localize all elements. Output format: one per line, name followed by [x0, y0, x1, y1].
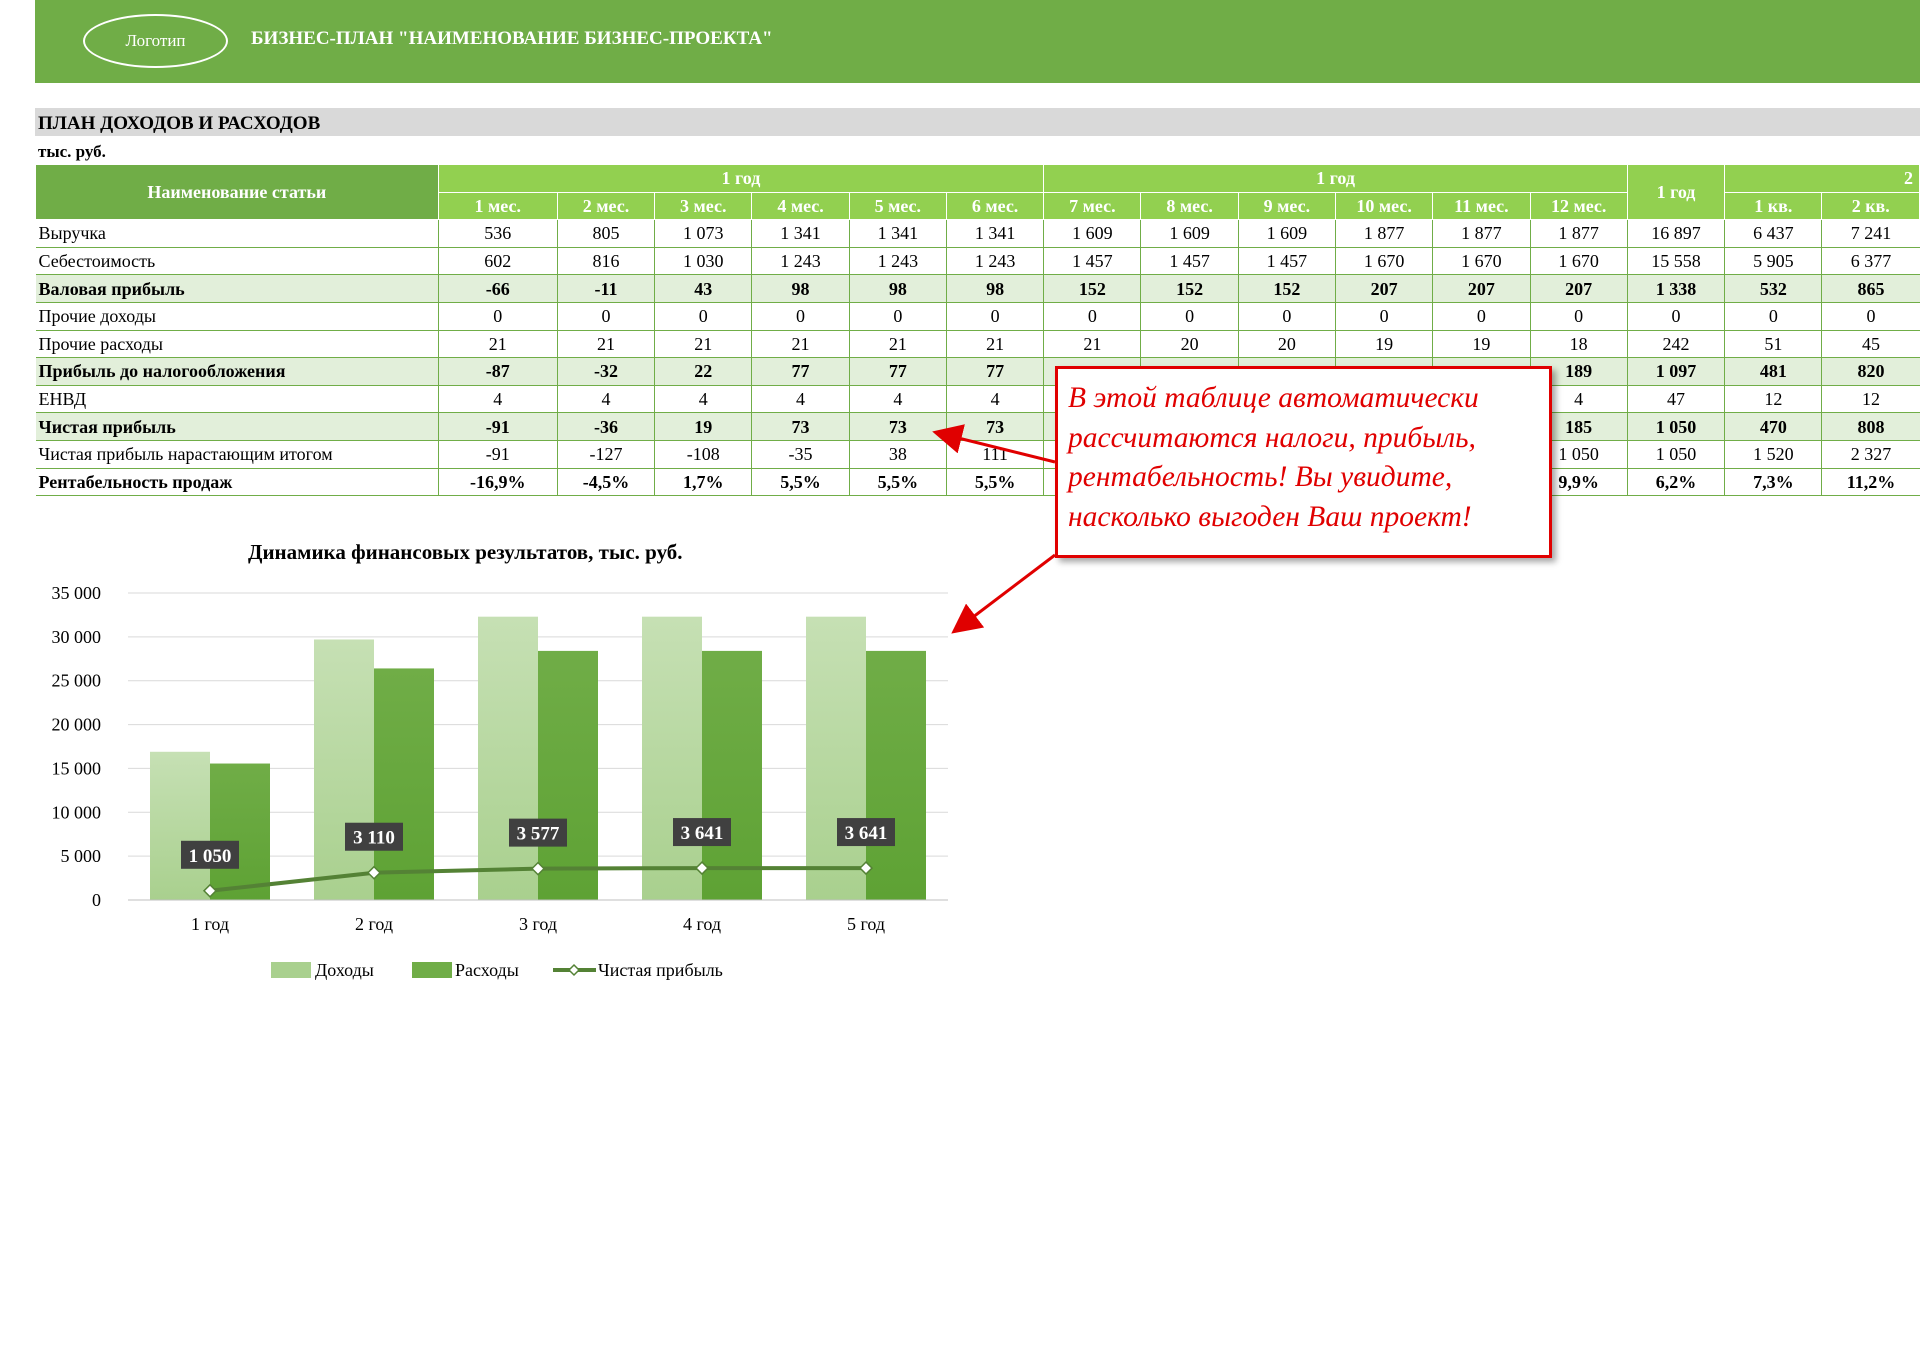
legend-label-expense: Расходы: [455, 960, 519, 980]
data-label-net-profit: 3 110: [353, 828, 395, 849]
legend-swatch-income: [271, 962, 311, 978]
y-tick-label: 5 000: [61, 846, 102, 866]
x-tick-label: 5 год: [847, 914, 885, 934]
y-tick-label: 35 000: [52, 583, 102, 603]
x-tick-label: 3 год: [519, 914, 557, 934]
bar-income: [150, 751, 210, 900]
y-tick-label: 20 000: [52, 715, 102, 735]
bar-income: [478, 616, 538, 900]
data-label-net-profit: 1 050: [189, 846, 232, 867]
legend-label-income: Доходы: [315, 960, 374, 980]
financial-results-chart: 0 5 000 10 000 15 000 20 000 25 000 30 000 35 0…: [52, 583, 948, 980]
x-tick-label: 1 год: [191, 914, 229, 934]
legend-marker-profit: [567, 963, 581, 977]
y-tick-label: 0: [92, 890, 101, 910]
bar-income: [642, 616, 702, 900]
bar-income: [806, 616, 866, 900]
y-tick-label: 15 000: [52, 758, 102, 778]
x-tick-label: 4 год: [683, 914, 721, 934]
data-label-net-profit: 3 641: [845, 823, 888, 844]
bar-expense: [210, 763, 270, 900]
bar-expense: [866, 650, 926, 900]
x-tick-label: 2 год: [355, 914, 393, 934]
y-tick-label: 10 000: [52, 802, 102, 822]
bar-expense: [374, 668, 434, 900]
legend-swatch-expense: [412, 962, 452, 978]
bar-expense: [702, 650, 762, 900]
y-tick-label: 25 000: [52, 671, 102, 691]
bar-expense: [538, 650, 598, 900]
data-label-net-profit: 3 577: [517, 824, 560, 845]
bar-income: [314, 639, 374, 900]
legend-label-profit: Чистая прибыль: [598, 960, 723, 980]
y-tick-label: 30 000: [52, 627, 102, 647]
data-label-net-profit: 3 641: [681, 823, 724, 844]
